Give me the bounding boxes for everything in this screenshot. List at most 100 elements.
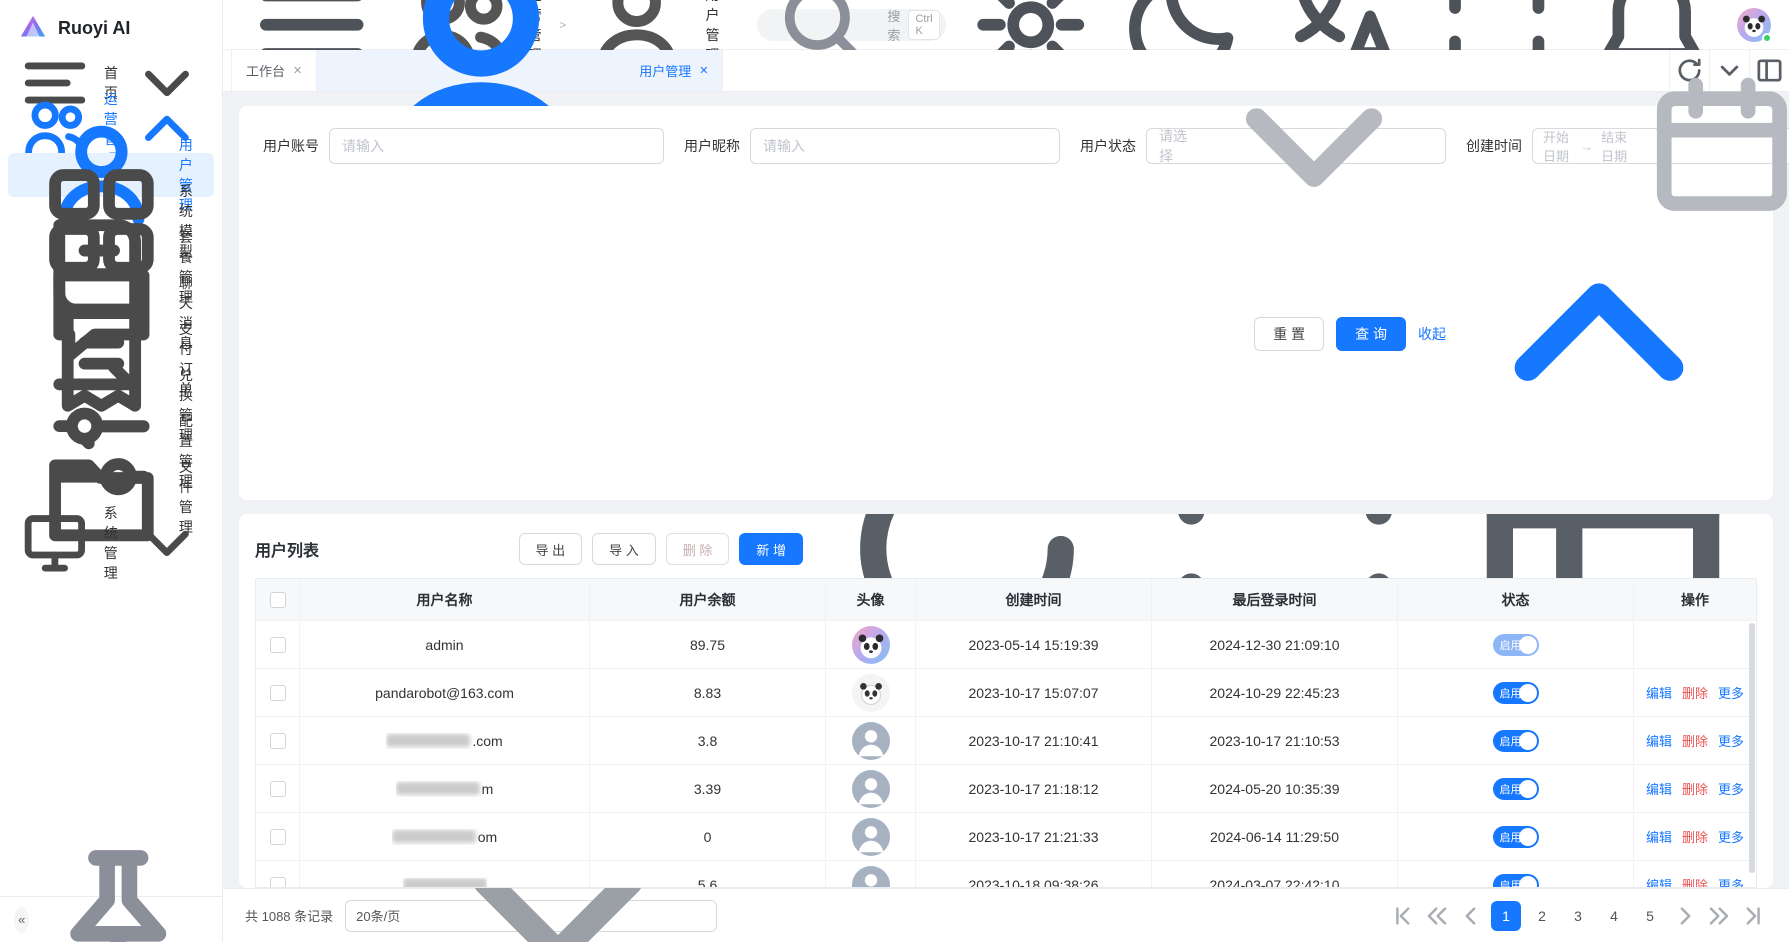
row-checkbox[interactable] xyxy=(270,733,286,749)
account-input[interactable] xyxy=(330,129,663,163)
start-date-placeholder: 开始日期 xyxy=(1543,127,1572,165)
sidebar-item-system[interactable]: 系统管理 xyxy=(0,520,222,566)
status-toggle[interactable]: 启用 xyxy=(1493,634,1539,656)
collapse-filter-button[interactable]: 收起 xyxy=(1418,184,1749,484)
status-select[interactable]: 请选择 xyxy=(1146,128,1446,164)
row-checkbox[interactable] xyxy=(270,829,286,845)
import-button[interactable]: 导 入 xyxy=(592,533,656,565)
prev-page-button[interactable] xyxy=(1457,902,1485,930)
sidebar-pin-button[interactable] xyxy=(29,830,208,942)
user-balance: 89.75 xyxy=(590,621,826,669)
pager: 12345 xyxy=(1389,901,1767,931)
add-button[interactable]: 新 增 xyxy=(739,533,803,565)
first-page-button[interactable] xyxy=(1389,902,1417,930)
brand: Ruoyi AI xyxy=(0,0,222,56)
user-balance: 5.6 xyxy=(590,861,826,887)
user-name: admin xyxy=(425,637,463,653)
last-page-button[interactable] xyxy=(1739,902,1767,930)
page-button-1[interactable]: 1 xyxy=(1491,901,1521,931)
close-icon[interactable]: ✕ xyxy=(699,64,708,77)
user-avatar[interactable] xyxy=(1737,8,1771,42)
status-toggle[interactable]: 启用 xyxy=(1493,730,1539,752)
page-button-2[interactable]: 2 xyxy=(1527,901,1557,931)
user-list-panel: 用户列表 导 出 导 入 删 除 新 增 用户名称 xyxy=(239,514,1773,888)
tab-workbench[interactable]: 工作台 ✕ xyxy=(231,50,317,91)
page-size-select[interactable]: 20条/页 xyxy=(345,900,717,932)
reset-button[interactable]: 重 置 xyxy=(1254,317,1324,351)
nickname-input[interactable] xyxy=(751,129,1059,163)
delete-link[interactable]: 删除 xyxy=(1682,683,1708,702)
chevron-up-icon xyxy=(1449,184,1749,484)
forward-five-pages-button[interactable] xyxy=(1705,902,1733,930)
page-button-3[interactable]: 3 xyxy=(1563,901,1593,931)
next-page-button[interactable] xyxy=(1671,902,1699,930)
toggle-knob xyxy=(1519,828,1537,846)
page-button-5[interactable]: 5 xyxy=(1635,901,1665,931)
edit-link[interactable]: 编辑 xyxy=(1646,779,1672,798)
global-search[interactable]: 搜索 Ctrl K xyxy=(757,9,946,41)
sidebar-collapse-button[interactable]: « xyxy=(14,907,29,933)
select-placeholder: 请选择 xyxy=(1159,126,1193,166)
export-button[interactable]: 导 出 xyxy=(519,533,583,565)
status-toggle[interactable]: 启用 xyxy=(1493,826,1539,848)
user-avatar xyxy=(852,866,890,888)
chevron-down-icon xyxy=(1193,25,1435,267)
close-icon[interactable]: ✕ xyxy=(293,64,302,77)
filter-buttons-row: 重 置 查 询 收起 xyxy=(263,184,1749,484)
delete-link[interactable]: 删除 xyxy=(1682,827,1708,846)
table-row: pandarobot@163.com 8.83 2023-10-17 15:07… xyxy=(256,669,1756,717)
more-link[interactable]: 更多 xyxy=(1718,779,1744,798)
status-toggle[interactable]: 启用 xyxy=(1493,874,1539,888)
edit-link[interactable]: 编辑 xyxy=(1646,875,1672,887)
user-avatar xyxy=(852,770,890,808)
row-checkbox[interactable] xyxy=(270,685,286,701)
last-login-time: 2024-06-14 11:29:50 xyxy=(1152,813,1398,861)
toggle-knob xyxy=(1519,732,1537,750)
status-toggle[interactable]: 启用 xyxy=(1493,682,1539,704)
tab-user-management[interactable]: 用户管理 ✕ xyxy=(317,50,723,91)
status-toggle[interactable]: 启用 xyxy=(1493,778,1539,800)
edit-link[interactable]: 编辑 xyxy=(1646,827,1672,846)
more-link[interactable]: 更多 xyxy=(1718,683,1744,702)
sidebar: Ruoyi AI 首页 运营管理 用户管理 系统模型 套餐管理 聊天消息 支付订… xyxy=(0,0,223,942)
delete-button[interactable]: 删 除 xyxy=(666,533,730,565)
row-checkbox[interactable] xyxy=(270,781,286,797)
filter-field-account: 用户账号 xyxy=(263,128,664,164)
toggle-knob xyxy=(1519,780,1537,798)
edit-link[interactable]: 编辑 xyxy=(1646,731,1672,750)
more-link[interactable]: 更多 xyxy=(1718,875,1744,887)
table-scrollbar[interactable] xyxy=(1749,623,1755,873)
search-shortcut-badge: Ctrl K xyxy=(908,10,939,40)
redacted-name xyxy=(392,830,476,843)
user-balance: 8.83 xyxy=(590,669,826,717)
delete-link[interactable]: 删除 xyxy=(1682,731,1708,750)
row-operations: 编辑 删除 更多 xyxy=(1646,683,1744,702)
system-icon xyxy=(16,504,94,582)
column-header-last-login: 最后登录时间 xyxy=(1152,579,1398,621)
row-checkbox[interactable] xyxy=(270,637,286,653)
page-button-4[interactable]: 4 xyxy=(1599,901,1629,931)
table-row: om 0 2023-10-17 21:21:33 2024-06-14 11:2… xyxy=(256,813,1756,861)
delete-link[interactable]: 删除 xyxy=(1682,875,1708,887)
user-balance: 3.39 xyxy=(590,765,826,813)
search-button[interactable]: 查 询 xyxy=(1336,317,1406,351)
last-page-icon xyxy=(1739,902,1767,930)
redacted-name xyxy=(386,734,470,747)
delete-link[interactable]: 删除 xyxy=(1682,779,1708,798)
filter-fields-row: 用户账号 用户昵称 用户状态 请选择 xyxy=(263,128,1749,164)
select-all-checkbox[interactable] xyxy=(270,592,286,608)
edit-link[interactable]: 编辑 xyxy=(1646,683,1672,702)
more-link[interactable]: 更多 xyxy=(1718,827,1744,846)
row-checkbox[interactable] xyxy=(270,877,286,888)
table-row: admin 89.75 2023-05-14 15:19:39 2024-12-… xyxy=(256,621,1756,669)
user-avatar xyxy=(852,818,890,856)
last-login-time: 2024-10-29 22:45:23 xyxy=(1152,669,1398,717)
sidebar-footer: « xyxy=(0,896,222,942)
main-area: 运营管理 > 用户管理 搜索 Ctrl K xyxy=(223,0,1789,942)
date-range-picker[interactable]: 开始日期 → 结束日期 xyxy=(1532,128,1789,164)
sidebar-item-label: 系统管理 xyxy=(104,503,119,583)
more-link[interactable]: 更多 xyxy=(1718,731,1744,750)
back-five-pages-button[interactable] xyxy=(1423,902,1451,930)
table-header-row: 用户名称 用户余额 头像 创建时间 最后登录时间 状态 操作 xyxy=(256,579,1756,621)
column-header-operations: 操作 xyxy=(1634,579,1756,621)
